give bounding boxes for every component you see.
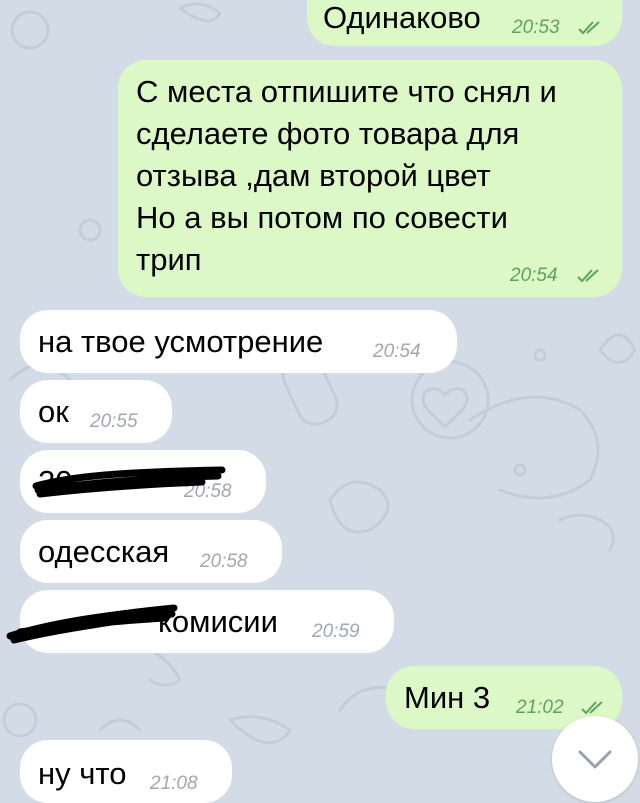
double-check-icon xyxy=(577,269,599,283)
message-text: ок xyxy=(38,394,69,429)
chevron-down-icon xyxy=(578,750,612,769)
message-text: одесская xyxy=(38,534,170,569)
message-text: Мин 3 xyxy=(404,680,491,715)
message-time: 20:54 xyxy=(510,265,558,286)
message-bubble[interactable]: ок 20:55 xyxy=(20,380,172,443)
message-text: на твое усмотрение xyxy=(38,324,324,359)
double-check-icon xyxy=(578,21,600,35)
message-text: ну что xyxy=(38,756,127,791)
message-time: 20:58 xyxy=(200,551,248,572)
double-check-icon xyxy=(581,701,603,715)
message-bubble[interactable]: на твое усмотрение 20:54 xyxy=(20,310,457,373)
message-time: 21:02 xyxy=(516,697,564,718)
message-bubble[interactable]: одесская 20:58 xyxy=(20,520,282,583)
message-time: 20:53 xyxy=(512,17,560,38)
message-bubble[interactable]: комисии 20:59 xyxy=(6,590,394,653)
message-time: 21:08 xyxy=(150,773,198,794)
message-text-line: трип xyxy=(136,242,202,277)
message-bubble[interactable]: С места отпишите что снял и сделаете фот… xyxy=(118,60,622,297)
message-text: Одинаково xyxy=(323,0,481,35)
message-bubble[interactable]: 20 20:58 xyxy=(20,450,266,513)
message-text-line: С места отпишите что снял и xyxy=(136,74,557,109)
message-time: 20:59 xyxy=(312,621,360,642)
redaction-scribble xyxy=(6,604,178,644)
message-bubble[interactable]: ну что 21:08 xyxy=(20,740,232,803)
message-text-line: отзыва ,дам второй цвет xyxy=(136,158,491,193)
message-text-line: Но а вы потом по совести xyxy=(136,200,508,235)
message-bubble[interactable]: Одинаково 20:53 xyxy=(307,0,622,46)
message-time: 20:54 xyxy=(373,341,421,362)
redaction-scribble xyxy=(32,466,226,498)
message-text-line: сделаете фото товара для xyxy=(136,116,520,151)
message-time: 20:55 xyxy=(90,411,138,432)
scroll-down-button[interactable] xyxy=(552,716,638,802)
